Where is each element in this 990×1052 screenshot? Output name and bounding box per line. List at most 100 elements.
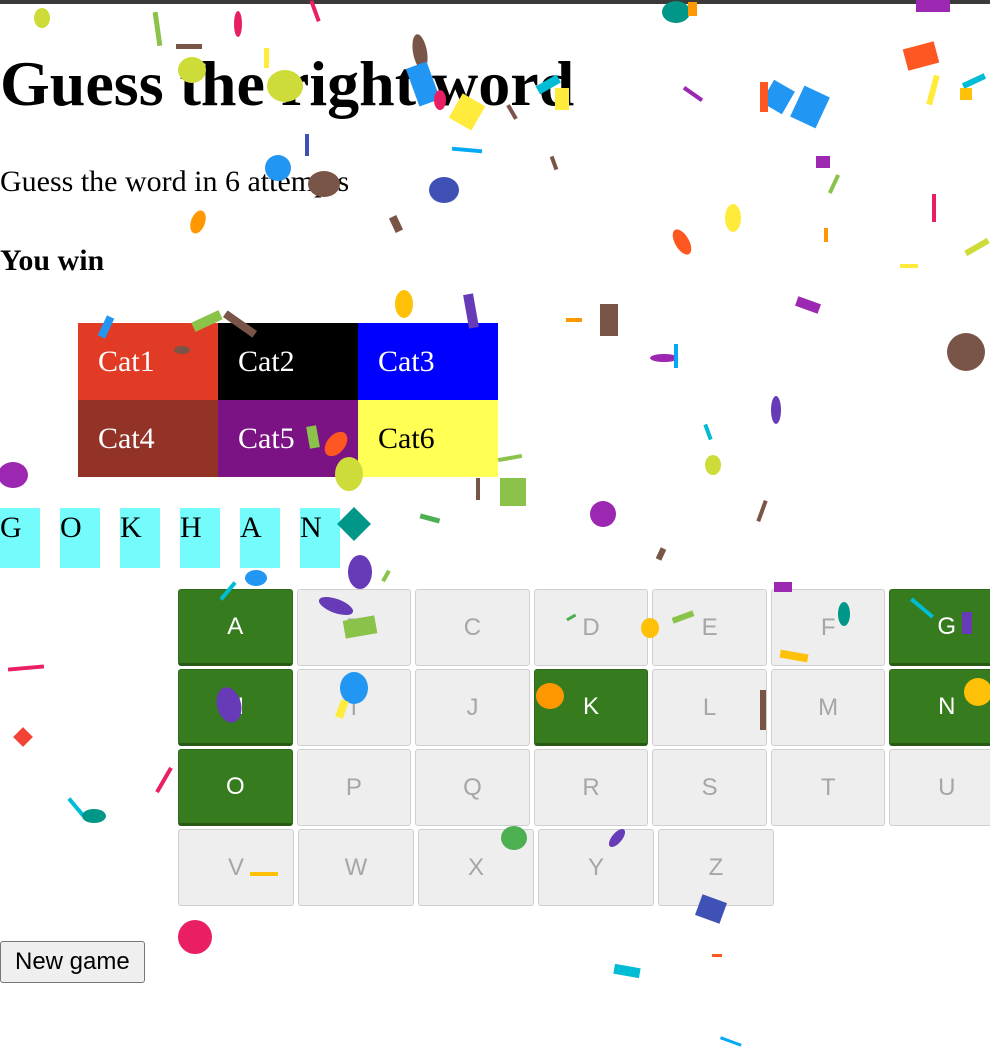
- key-l[interactable]: L: [652, 669, 767, 746]
- confetti-piece: [816, 156, 830, 168]
- confetti-piece: [388, 215, 404, 233]
- top-border: [0, 0, 990, 4]
- confetti-piece: [682, 86, 704, 102]
- key-g[interactable]: G: [889, 589, 990, 666]
- confetti-piece: [305, 134, 309, 156]
- category-cat3[interactable]: Cat3: [358, 323, 498, 400]
- confetti-piece: [964, 237, 990, 257]
- confetti-piece: [712, 954, 722, 957]
- confetti-piece: [688, 2, 697, 16]
- word-letter: G: [0, 508, 40, 568]
- word-letter: H: [180, 508, 220, 568]
- confetti-piece: [900, 264, 918, 268]
- key-t[interactable]: T: [770, 749, 886, 826]
- confetti-piece: [947, 333, 985, 371]
- confetti-piece: [381, 569, 391, 583]
- confetti-piece: [566, 318, 582, 322]
- confetti-piece: [590, 501, 616, 527]
- key-c[interactable]: C: [415, 589, 530, 666]
- confetti-piece: [961, 73, 987, 89]
- confetti-piece: [67, 797, 85, 817]
- key-b[interactable]: B: [296, 589, 412, 666]
- confetti-piece: [760, 82, 768, 112]
- confetti-piece: [34, 8, 50, 28]
- category-grid: Cat1 Cat2 Cat3 Cat4 Cat5 Cat6: [78, 323, 498, 477]
- confetti-piece: [761, 79, 795, 115]
- confetti-piece: [795, 296, 821, 314]
- word-letter: N: [300, 508, 340, 568]
- confetti-piece: [245, 570, 267, 586]
- confetti-piece: [756, 499, 768, 523]
- word-letter: A: [240, 508, 280, 568]
- category-cat2[interactable]: Cat2: [218, 323, 358, 400]
- letter-keyboard: A B C D E F G H I J K L M N O P Q R S T …: [178, 589, 990, 909]
- confetti-piece: [7, 664, 45, 672]
- confetti-piece: [655, 547, 667, 561]
- confetti-piece: [725, 204, 741, 232]
- confetti-piece: [932, 194, 936, 222]
- category-cat1[interactable]: Cat1: [78, 323, 218, 400]
- word-letter: O: [60, 508, 100, 568]
- new-game-button[interactable]: New game: [0, 941, 145, 983]
- keyboard-row: O P Q R S T U: [178, 749, 990, 829]
- confetti-piece: [82, 809, 106, 823]
- key-m[interactable]: M: [770, 669, 886, 746]
- key-j[interactable]: J: [415, 669, 530, 746]
- keyboard-row: H I J K L M N: [178, 669, 990, 749]
- confetti-piece: [395, 290, 413, 318]
- key-o[interactable]: O: [178, 749, 293, 826]
- keyboard-row: A B C D E F G: [178, 589, 990, 669]
- key-a[interactable]: A: [178, 589, 293, 666]
- confetti-piece: [600, 304, 618, 336]
- key-y[interactable]: Y: [538, 829, 654, 906]
- key-p[interactable]: P: [296, 749, 412, 826]
- key-n[interactable]: N: [889, 669, 990, 746]
- confetti-piece: [155, 766, 173, 794]
- key-q[interactable]: Q: [415, 749, 530, 826]
- confetti-piece: [719, 1036, 742, 1047]
- confetti-piece: [429, 177, 459, 203]
- confetti-piece: [827, 174, 841, 194]
- key-k[interactable]: K: [533, 669, 649, 746]
- category-cat4[interactable]: Cat4: [78, 400, 218, 477]
- key-h[interactable]: H: [178, 669, 293, 746]
- confetti-piece: [419, 513, 441, 524]
- confetti-piece: [705, 455, 721, 475]
- key-s[interactable]: S: [652, 749, 767, 826]
- key-v[interactable]: V: [178, 829, 294, 906]
- confetti-piece: [190, 210, 206, 234]
- key-u[interactable]: U: [889, 749, 990, 826]
- category-cat5[interactable]: Cat5: [218, 400, 358, 477]
- word-letter: K: [120, 508, 160, 568]
- confetti-piece: [0, 462, 28, 488]
- confetti-piece: [234, 11, 242, 37]
- confetti-piece: [152, 11, 163, 47]
- confetti-piece: [790, 85, 830, 129]
- confetti-piece: [500, 478, 526, 506]
- key-d[interactable]: D: [533, 589, 649, 666]
- key-i[interactable]: I: [296, 669, 412, 746]
- game-status: You win: [0, 244, 105, 277]
- confetti-piece: [613, 963, 641, 979]
- key-w[interactable]: W: [298, 829, 414, 906]
- confetti-piece: [674, 344, 678, 368]
- confetti-piece: [13, 727, 33, 747]
- confetti-piece: [451, 146, 483, 154]
- confetti-piece: [771, 396, 781, 424]
- category-cat6[interactable]: Cat6: [358, 400, 498, 477]
- confetti-piece: [497, 453, 523, 463]
- confetti-piece: [902, 41, 940, 71]
- key-r[interactable]: R: [533, 749, 649, 826]
- confetti-piece: [178, 920, 212, 954]
- word-display: G O K H A N: [0, 508, 360, 568]
- confetti-piece: [672, 229, 692, 255]
- confetti-piece: [824, 228, 828, 242]
- keyboard-row: V W X Y Z: [178, 829, 990, 909]
- key-z[interactable]: Z: [658, 829, 774, 906]
- key-e[interactable]: E: [652, 589, 767, 666]
- confetti-piece: [926, 74, 940, 106]
- key-f[interactable]: F: [770, 589, 886, 666]
- key-x[interactable]: X: [418, 829, 534, 906]
- confetti-piece: [650, 354, 678, 362]
- confetti-piece: [476, 478, 480, 500]
